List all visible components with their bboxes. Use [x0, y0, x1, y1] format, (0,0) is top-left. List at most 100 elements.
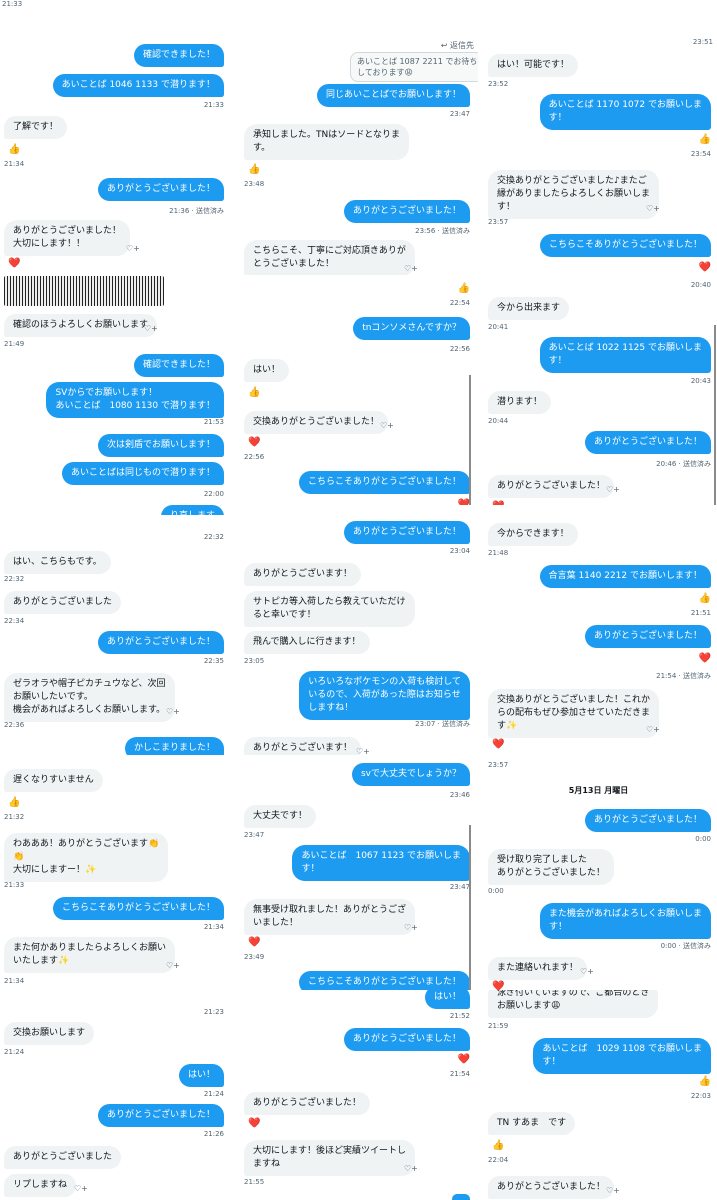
- sent-message-bubble[interactable]: ありがとうございました！: [584, 625, 711, 648]
- sent-message-bubble[interactable]: こちらこそありがとうございました！: [52, 897, 224, 920]
- received-message-bubble[interactable]: リプしますね: [4, 1174, 77, 1197]
- sent-message-bubble[interactable]: ありがとうございました！: [97, 178, 224, 201]
- add-reaction-icon[interactable]: ♡+: [126, 244, 140, 253]
- chat-panel: 22:32 はい、こちらもです。 22:32 ありがとうございました 22:34 ありがと…: [0, 515, 238, 755]
- add-reaction-icon[interactable]: ♡+: [606, 1186, 620, 1195]
- received-message-bubble[interactable]: 確認のほうよろしくお願いします: [4, 314, 158, 337]
- received-message-bubble[interactable]: 無事受け取れました！ありがとうござ いました！: [244, 899, 416, 935]
- received-message-bubble[interactable]: 交換お願いします: [4, 1022, 95, 1045]
- sent-message-bubble[interactable]: はい！: [178, 1064, 224, 1087]
- received-message-bubble[interactable]: また連絡いれます！: [488, 957, 588, 980]
- received-message-bubble[interactable]: ありがとうございました！: [488, 1176, 615, 1199]
- add-reaction-icon[interactable]: ♡+: [74, 1184, 88, 1193]
- sent-message-bubble[interactable]: あいことば 1029 1108 でお願いしま す！: [533, 1038, 711, 1074]
- received-message-bubble[interactable]: ゼラオラや帽子ピカチュウなど、次回 お願いしたいです。 機会があればよろしくお願…: [4, 673, 175, 722]
- sent-message-bubble[interactable]: り直します: [160, 505, 224, 515]
- chat-panel: はい！ 21:52 ありがとうございました！ ❤️ 21:54 ありがとうございました！ ❤…: [240, 990, 478, 1200]
- received-message-bubble[interactable]: ありがとうございます！: [244, 737, 362, 755]
- sent-message-bubble[interactable]: ありがとうございました！: [343, 1028, 470, 1051]
- sent-message-bubble[interactable]: はい！: [424, 990, 470, 1009]
- sent-message-bubble[interactable]: あいことばは同じもので潜ります！: [61, 462, 224, 485]
- add-reaction-icon[interactable]: ♡+: [646, 204, 660, 213]
- sent-message-bubble[interactable]: ありがとうございました！: [97, 631, 224, 654]
- add-reaction-icon[interactable]: ♡+: [580, 967, 594, 976]
- chat-panel: ↩ 返信先 あいことば 1087 2211 でお待ち しております😩 同じあいことば…: [240, 0, 478, 275]
- received-message-bubble[interactable]: 潜ります！: [488, 391, 552, 414]
- received-message-bubble[interactable]: 承知しました。TNはソードとなりま す。: [244, 124, 409, 160]
- received-message-bubble[interactable]: はい！可能です！: [488, 54, 579, 77]
- sent-message-bubble[interactable]: SVからでお願いします！ あいことば 1080 1130 で潜ります！: [46, 382, 224, 418]
- add-reaction-icon[interactable]: ♡+: [404, 264, 418, 273]
- sent-message-bubble[interactable]: 合言葉 1140 2212 でお願いします！: [539, 565, 711, 588]
- received-message-bubble[interactable]: 大切にします！後ほど実績ツイートし ますね: [244, 1140, 416, 1176]
- sent-message-bubble[interactable]: いろいろなポケモンの入荷も検討して いるので、入荷があった際はお知らせ しますね…: [299, 671, 470, 720]
- message-timestamp: 21:24: [4, 1048, 25, 1056]
- sent-message-bubble[interactable]: ありがとうございました！: [343, 200, 470, 223]
- received-message-bubble[interactable]: はい、こちらもです。: [4, 551, 111, 574]
- received-message-bubble[interactable]: 泳ぎ付いていますので、ご都合のとき お願いします😩: [488, 990, 659, 1018]
- message-timestamp: 22:32: [4, 575, 25, 583]
- sent-message-bubble[interactable]: ありがとうございました！: [584, 431, 711, 454]
- heart-reaction-icon: ❤️: [248, 1118, 261, 1129]
- received-message-bubble[interactable]: TN すあま です: [488, 1112, 576, 1135]
- received-message-bubble[interactable]: ありがとうございました！: [244, 1092, 371, 1115]
- received-message-bubble[interactable]: ありがとうございました！: [488, 475, 615, 498]
- sent-message-bubble[interactable]: あいことば 1170 1072 でお願いしま す！: [539, 94, 711, 130]
- received-message-bubble[interactable]: はい！: [244, 359, 290, 382]
- add-reaction-icon[interactable]: ♡+: [166, 961, 180, 970]
- sent-message-bubble[interactable]: [452, 1194, 470, 1200]
- received-message-bubble[interactable]: 交換ありがとうございました♪またご 縁がありましたらよろしくお願いしま す！: [488, 170, 660, 219]
- heart-reaction-icon: ❤️: [492, 981, 505, 990]
- sent-message-bubble[interactable]: あいことば 1022 1125 でお願いしま す！: [539, 337, 711, 373]
- scrollbar[interactable]: [469, 375, 471, 505]
- sent-message-bubble[interactable]: あいことば 1067 1123 でお願いしま す！: [292, 845, 470, 881]
- received-message-bubble[interactable]: 今からできます！: [488, 523, 578, 546]
- add-reaction-icon[interactable]: ♡+: [380, 421, 394, 430]
- add-reaction-icon[interactable]: ♡+: [144, 324, 158, 333]
- received-message-bubble[interactable]: サトピカ等入荷したら教えていただけ ると幸いです！: [244, 591, 415, 627]
- heart-reaction-icon: ❤️: [8, 258, 21, 269]
- received-message-bubble[interactable]: 遅くなりすいません: [4, 769, 103, 792]
- sent-message-bubble[interactable]: ありがとうございました！: [584, 809, 711, 832]
- message-timestamp: 23:52: [488, 80, 509, 88]
- sent-message-bubble[interactable]: 次は剣盾でお願いします！: [97, 434, 224, 457]
- received-message-bubble[interactable]: 今から出来ます: [488, 297, 570, 320]
- sent-message-bubble[interactable]: また機会があればよろしくお願いしま す！: [539, 903, 711, 939]
- sent-message-bubble[interactable]: ありがとうございました！: [97, 1104, 224, 1127]
- sent-message-bubble[interactable]: svで大丈夫でしょうか？: [351, 763, 470, 786]
- received-message-bubble[interactable]: ありがとうございます！: [244, 563, 362, 586]
- add-reaction-icon[interactable]: ♡+: [356, 747, 370, 755]
- received-message-bubble[interactable]: 交換ありがとうございました！: [244, 411, 389, 434]
- received-message-bubble[interactable]: また何かありましたらよろしくお願い いたします✨: [4, 937, 176, 973]
- message-timestamp: 21:59: [488, 1022, 509, 1030]
- sent-message-bubble[interactable]: こちらこそありがとうございました！: [539, 234, 711, 257]
- received-message-bubble[interactable]: 交換ありがとうございました！これか らの配布もぜひ参加させていただきま す✨: [488, 689, 660, 738]
- sent-message-bubble[interactable]: ありがとうございました！: [343, 521, 470, 544]
- add-reaction-icon[interactable]: ♡+: [606, 485, 620, 494]
- heart-reaction-icon: ❤️: [698, 262, 711, 273]
- received-message-bubble[interactable]: ありがとうございました！ 大切にします！！: [4, 220, 131, 256]
- received-message-bubble[interactable]: 受け取り完了しました ありがとうございました！: [488, 849, 615, 885]
- received-message-bubble[interactable]: 飛んで購入しに行きます！: [244, 631, 370, 654]
- sent-message-bubble[interactable]: tnコンソメさんですか？: [353, 317, 470, 340]
- sent-message-bubble[interactable]: 同じあいことばでお願いします！: [316, 84, 470, 107]
- received-message-bubble[interactable]: 了解です！: [4, 116, 68, 139]
- message-timestamp: 0:00: [488, 887, 504, 895]
- received-message-bubble[interactable]: ありがとうございました: [4, 591, 122, 614]
- scrollbar[interactable]: [714, 325, 716, 505]
- sent-message-bubble[interactable]: あいことば 1046 1133 で潜ります！: [52, 74, 224, 97]
- received-message-bubble[interactable]: こちらこそ、丁寧にご対応頂きありが とうございました！: [244, 240, 415, 275]
- add-reaction-icon[interactable]: ♡+: [646, 725, 660, 734]
- sent-message-bubble[interactable]: 確認できました！: [133, 354, 224, 377]
- received-message-bubble[interactable]: 大丈夫です！: [244, 805, 317, 828]
- received-message-bubble[interactable]: わあああ！ありがとうございます👏 👏 大切にしますー！✨: [4, 833, 169, 882]
- sent-message-bubble[interactable]: こちらこそありがとうございました！: [298, 471, 470, 494]
- sent-message-bubble[interactable]: 確認できました！: [133, 44, 224, 67]
- scrollbar[interactable]: [469, 825, 471, 990]
- sent-message-bubble[interactable]: かしこまりました！: [124, 737, 224, 755]
- received-message-bubble[interactable]: ありがとうございました: [4, 1146, 122, 1169]
- sent-message-bubble[interactable]: こちらこそありがとうございました！: [298, 971, 470, 990]
- add-reaction-icon[interactable]: ♡+: [166, 707, 180, 716]
- add-reaction-icon[interactable]: ♡+: [404, 923, 418, 932]
- add-reaction-icon[interactable]: ♡+: [404, 1164, 418, 1173]
